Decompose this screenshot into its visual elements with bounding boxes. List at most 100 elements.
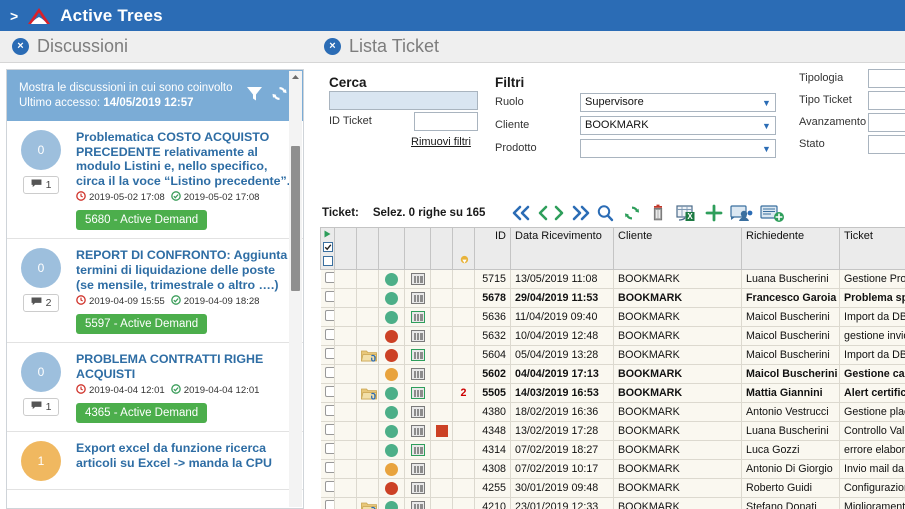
discussion-item[interactable]: 0 1 Problematica COSTO ACQUISTO PRECEDENTE… [7,121,303,240]
row-attachment-cell[interactable] [356,440,379,460]
close-ticket-list-icon[interactable]: × [324,38,341,55]
attachment-folder-icon[interactable] [361,501,377,509]
first-page-button[interactable] [509,203,535,223]
next-page-button[interactable] [551,203,567,223]
discussion-title[interactable]: REPORT DI CONFRONTO: Aggiunta i termini … [76,248,295,292]
table-row[interactable]: 4314 07/02/2019 18:27 BOOKMARK Luca Gozzi er… [320,440,905,460]
close-discussions-icon[interactable]: × [12,38,29,55]
row-select-checkbox[interactable] [320,383,335,403]
row-document-indicator[interactable] [404,402,431,422]
filter-input-avanzamento[interactable] [868,113,905,132]
row-document-indicator[interactable] [404,345,431,365]
row-checkbox[interactable] [324,386,334,397]
row-document-indicator[interactable] [404,440,431,460]
document-grid-icon[interactable] [410,463,425,476]
row-attachment-cell[interactable] [356,326,379,346]
discussion-item[interactable]: 1 Export excel da funzione ricerca artico… [7,432,303,491]
discussion-demand-tag[interactable]: 4365 - Active Demand [76,403,208,424]
ticket-grid[interactable]: ID Data Ricevimento Cliente Richiedente Tick… [320,227,905,509]
table-row[interactable]: 5715 13/05/2019 11:08 BOOKMARK Luana Busche… [320,269,905,289]
row-document-indicator[interactable] [404,307,431,327]
assign-user-button[interactable] [727,203,757,223]
table-row[interactable]: 5636 11/04/2019 09:40 BOOKMARK Maicol Busch… [320,307,905,327]
row-document-indicator[interactable] [404,459,431,479]
row-attachment-cell[interactable] [356,345,379,365]
filter-input-stato[interactable] [868,135,905,154]
chevron-down-icon[interactable]: ▼ [758,94,775,111]
filter-input-tipologia[interactable] [868,69,905,88]
new-ticket-button[interactable] [757,203,787,223]
attachment-folder-icon[interactable] [361,387,377,400]
funnel-icon[interactable] [245,84,264,108]
discussion-item[interactable]: 0 1 PROBLEMA CONTRATTI RIGHE ACQUISTI 2019-… [7,343,303,433]
document-grid-icon[interactable] [410,273,425,286]
scroll-up-arrow-icon[interactable] [289,71,302,84]
row-select-checkbox[interactable] [320,326,335,346]
clear-filters-link[interactable]: Rimuovi filtri [411,136,471,148]
row-checkbox[interactable] [324,424,334,435]
row-checkbox[interactable] [324,272,334,283]
expand-menu-chevron-icon[interactable]: > [10,9,18,23]
row-attachment-cell[interactable] [356,459,379,479]
table-row[interactable]: 5632 10/04/2019 12:48 BOOKMARK Maicol Busch… [320,326,905,346]
document-grid-icon[interactable] [410,349,425,362]
row-document-indicator[interactable] [404,364,431,384]
discussion-demand-tag[interactable]: 5680 - Active Demand [76,210,208,231]
expand-all-arrow-icon[interactable] [323,229,332,241]
prev-page-button[interactable] [535,203,551,223]
ticket-id-input[interactable] [414,112,478,131]
table-row[interactable]: 5604 05/04/2019 13:28 BOOKMARK Maicol Busch… [320,345,905,365]
row-checkbox[interactable] [324,367,334,378]
row-select-checkbox[interactable] [320,402,335,422]
column-header-icon-6[interactable] [452,227,475,270]
document-grid-icon[interactable] [410,292,425,305]
row-attachment-cell[interactable] [356,364,379,384]
column-header-id[interactable]: ID [474,227,511,270]
row-attachment-cell[interactable] [356,288,379,308]
discussions-scrollbar[interactable] [289,71,302,507]
column-header-icon-0[interactable] [320,227,335,270]
row-select-checkbox[interactable] [320,421,335,441]
row-checkbox[interactable] [324,443,334,454]
document-grid-icon[interactable] [410,387,425,400]
table-row[interactable]: 5678 29/04/2019 11:53 BOOKMARK Francesco Ga… [320,288,905,308]
row-document-indicator[interactable] [404,326,431,346]
row-select-checkbox[interactable] [320,478,335,498]
row-document-indicator[interactable] [404,269,431,289]
document-grid-icon[interactable] [410,444,425,457]
document-grid-icon[interactable] [410,406,425,419]
table-row[interactable]: 4255 30/01/2019 09:48 BOOKMARK Roberto Guid… [320,478,905,498]
row-select-checkbox[interactable] [320,459,335,479]
document-grid-icon[interactable] [410,425,425,438]
document-grid-icon[interactable] [410,311,425,324]
row-attachment-cell[interactable] [356,421,379,441]
column-header-data-ricevimento[interactable]: Data Ricevimento [510,227,614,270]
row-attachment-cell[interactable] [356,402,379,422]
column-header-icon-2[interactable] [356,227,379,270]
row-attachment-cell[interactable] [356,269,379,289]
document-grid-icon[interactable] [410,368,425,381]
row-checkbox[interactable] [324,500,334,509]
search-button[interactable] [593,203,619,223]
row-select-checkbox[interactable] [320,345,335,365]
column-header-icon-5[interactable] [430,227,453,270]
column-header-icon-1[interactable] [334,227,357,270]
document-grid-icon[interactable] [410,482,425,495]
row-checkbox[interactable] [324,405,334,416]
document-grid-icon[interactable] [410,501,425,509]
discussion-comment-count[interactable]: 2 [22,294,60,313]
row-checkbox[interactable] [324,481,334,492]
discussion-title[interactable]: Problematica COSTO ACQUISTO PRECEDENTE r… [76,130,295,188]
discussion-title[interactable]: Export excel da funzione ricerca articol… [76,441,295,470]
row-select-checkbox[interactable] [320,307,335,327]
last-page-button[interactable] [567,203,593,223]
row-document-indicator[interactable] [404,421,431,441]
export-excel-button[interactable]: X [671,203,701,223]
filter-select-ruolo[interactable]: Supervisore ▼ [580,93,776,112]
chevron-down-icon[interactable]: ▼ [758,117,775,134]
deselect-all-checkbox[interactable] [322,256,333,269]
row-checkbox[interactable] [324,291,334,302]
refresh-button[interactable] [619,203,645,223]
discussion-item[interactable]: 0 2 REPORT DI CONFRONTO: Aggiunta i termin… [7,239,303,344]
row-select-checkbox[interactable] [320,497,335,509]
